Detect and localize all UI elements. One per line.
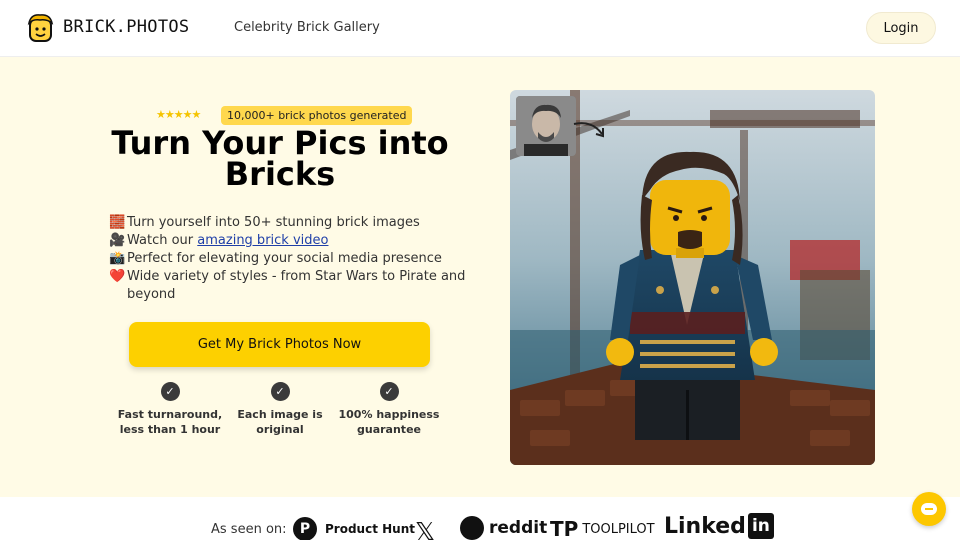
producthunt-text: Product Hunt (325, 522, 415, 536)
heart-icon: ❤️ (109, 269, 126, 284)
toolpilot-icon: TP (550, 517, 579, 540)
reddit-icon (460, 516, 484, 540)
hero-title-line-2: Bricks (224, 155, 336, 193)
original-photo-thumbnail (516, 96, 576, 156)
bullet-text: Watch our amazing brick video (127, 232, 328, 250)
brick-icon: 🧱 (109, 215, 126, 230)
celebrity-gallery-link[interactable]: Celebrity Brick Gallery (234, 20, 380, 35)
bullet-text-prefix: Watch our (127, 233, 198, 248)
check-icon: ✓ (379, 382, 399, 401)
bullet-text: Wide variety of styles - from Star Wars … (127, 269, 466, 302)
check-icon: ✓ (160, 382, 180, 401)
brick-head-logo-icon[interactable] (27, 13, 54, 44)
bullet-styles-count: 🧱 Turn yourself into 50+ stunning brick … (109, 214, 469, 232)
bullet-video: 🎥 Watch our amazing brick video (109, 232, 469, 250)
reddit-logo[interactable]: reddit (460, 516, 547, 540)
login-button[interactable]: Login (866, 12, 936, 44)
linkedin-text: Linked (664, 513, 746, 539)
feature-text: Each image is original (237, 408, 323, 436)
feature-bullets: 🧱 Turn yourself into 50+ stunning brick … (109, 214, 469, 304)
brand-name[interactable]: BRICK.PHOTOS (63, 17, 189, 37)
feature-happiness-guarantee: ✓ 100% happiness guarantee (334, 382, 444, 437)
rating-stars: ★★★★★ (156, 108, 201, 121)
bullet-styles-variety: ❤️ Wide variety of styles - from Star Wa… (109, 268, 469, 304)
hero-title: Turn Your Pics into Bricks (80, 127, 480, 193)
producthunt-icon: P (293, 517, 317, 540)
bullet-text: Turn yourself into 50+ stunning brick im… (127, 215, 420, 230)
toolpilot-text: TOOLPILOT (582, 521, 655, 537)
site-header: BRICK.PHOTOS Celebrity Brick Gallery Log… (0, 0, 960, 57)
get-brick-photos-button[interactable]: Get My Brick Photos Now (129, 322, 430, 367)
producthunt-logo[interactable]: P Product Hunt (293, 517, 415, 540)
feature-fast-turnaround: ✓ Fast turnaround, less than 1 hour (115, 382, 225, 437)
feature-text: Fast turnaround, less than 1 hour (117, 408, 223, 436)
chat-button[interactable] (912, 492, 946, 526)
feature-text: 100% happiness guarantee (338, 408, 440, 436)
linkedin-in-icon: in (747, 513, 774, 539)
photos-generated-badge: 10,000+ brick photos generated (221, 106, 413, 125)
check-icon: ✓ (270, 382, 290, 401)
x-logo-icon[interactable]: 𝕏 (415, 517, 435, 540)
brick-video-link[interactable]: amazing brick video (197, 233, 328, 248)
reddit-text: reddit (489, 518, 548, 538)
seen-on-label: As seen on: (211, 522, 287, 537)
bullet-social-media: 📸 Perfect for elevating your social medi… (109, 250, 469, 268)
camera-icon: 📸 (109, 251, 126, 266)
linkedin-logo[interactable]: Linked in (664, 513, 774, 539)
bullet-text: Perfect for elevating your social media … (127, 251, 442, 266)
chat-bubble-icon (921, 503, 937, 515)
transform-arrow-icon (573, 122, 604, 138)
toolpilot-logo[interactable]: TP TOOLPILOT (550, 517, 655, 540)
feature-original-image: ✓ Each image is original (225, 382, 335, 437)
video-camera-icon: 🎥 (109, 233, 126, 248)
